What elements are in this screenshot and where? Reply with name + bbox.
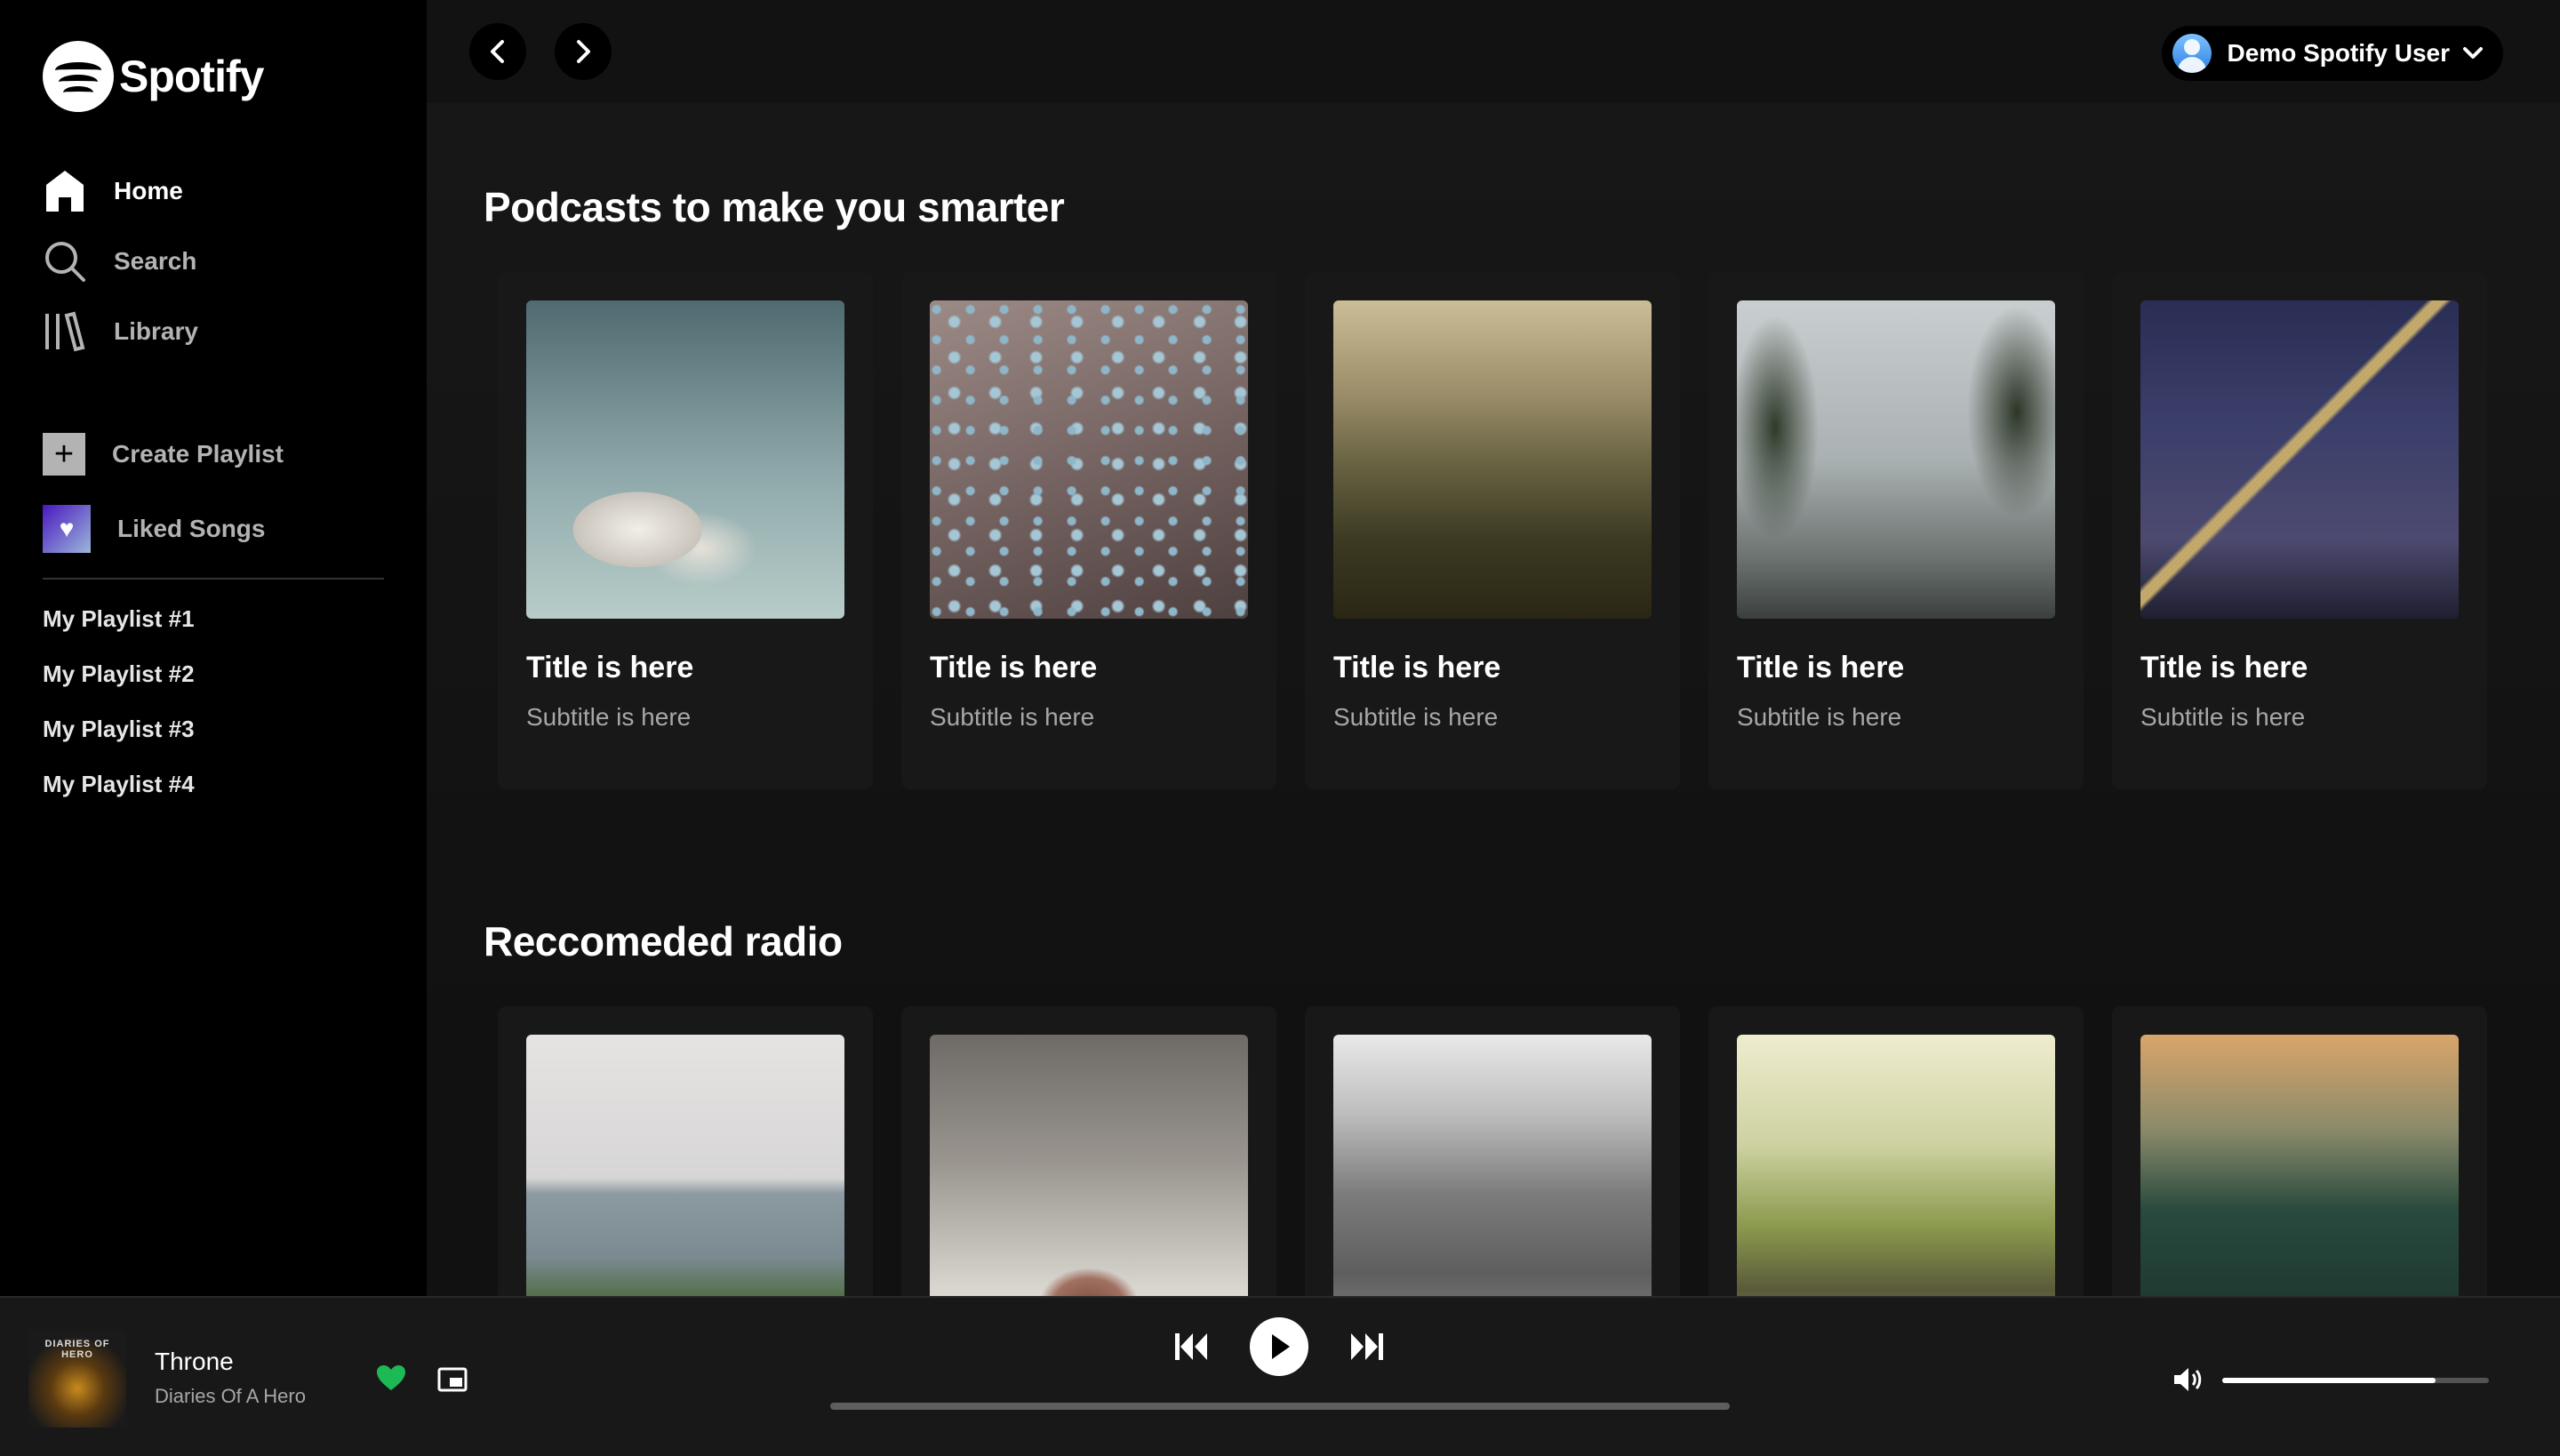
nav-item-search[interactable]: Search: [43, 236, 198, 287]
sidebar-divider: [43, 578, 384, 580]
radio-card[interactable]: [1708, 1006, 2084, 1296]
spotify-app: Spotify Home Search Library + Create Pla…: [0, 0, 2560, 1456]
card-subtitle: Subtitle is here: [1737, 703, 1902, 731]
sidebar: Spotify Home Search Library + Create Pla…: [0, 0, 427, 1296]
topbar: Demo Spotify User: [427, 0, 2560, 103]
heart-icon: ♥: [43, 505, 91, 553]
sidebar-actions: + Create Playlist ♥ Liked Songs: [43, 430, 284, 580]
volume-icon: [2174, 1368, 2202, 1391]
play-button[interactable]: [1250, 1317, 1308, 1376]
card-title: Title is here: [930, 651, 1098, 684]
user-menu-button[interactable]: Demo Spotify User: [2161, 26, 2503, 81]
volume-level: [2222, 1378, 2436, 1383]
user-name: Demo Spotify User: [2227, 39, 2451, 67]
search-icon: [43, 239, 87, 284]
main-nav: Home Search Library: [43, 165, 198, 376]
playlist-item[interactable]: My Playlist #4: [43, 766, 195, 821]
card-subtitle: Subtitle is here: [930, 703, 1095, 731]
card-subtitle: Subtitle is here: [1333, 703, 1499, 731]
podcast-card[interactable]: Title is here Subtitle is here: [1305, 272, 1680, 789]
main-content: Demo Spotify User Podcasts to make you s…: [427, 0, 2560, 1296]
card-title: Title is here: [1737, 651, 1905, 684]
card-image: [2140, 300, 2459, 619]
track-name[interactable]: Throne: [155, 1348, 234, 1376]
playlist-item[interactable]: My Playlist #2: [43, 656, 195, 711]
podcast-card[interactable]: Title is here Subtitle is here: [901, 272, 1276, 789]
card-image: [2140, 1035, 2459, 1296]
playlist-list: My Playlist #1 My Playlist #2 My Playlis…: [43, 601, 195, 821]
radio-card[interactable]: [1305, 1006, 1680, 1296]
card-image: [526, 1035, 844, 1296]
avatar: [2172, 34, 2212, 73]
like-button[interactable]: [375, 1364, 407, 1396]
podcast-cards: Title is here Subtitle is here Title is …: [498, 272, 2487, 789]
card-subtitle: Subtitle is here: [2140, 703, 2306, 731]
playlist-item[interactable]: My Playlist #1: [43, 601, 195, 656]
picture-in-picture-button[interactable]: [437, 1367, 468, 1396]
library-icon: [43, 309, 87, 354]
create-playlist-label: Create Playlist: [112, 440, 284, 468]
card-subtitle: Subtitle is here: [526, 703, 692, 731]
card-image: [1333, 300, 1652, 619]
play-icon: [1272, 1334, 1290, 1359]
card-image: [1333, 1035, 1652, 1296]
volume-button[interactable]: [2172, 1365, 2204, 1398]
create-playlist-button[interactable]: + Create Playlist: [43, 430, 284, 478]
skip-previous-icon: [1175, 1333, 1207, 1360]
skip-next-icon: [1351, 1333, 1383, 1360]
radio-cards: [498, 1006, 2487, 1296]
podcast-card[interactable]: Title is here Subtitle is here: [498, 272, 873, 789]
podcast-card[interactable]: Title is here Subtitle is here: [2112, 272, 2487, 789]
card-image: [526, 300, 844, 619]
nav-label-search: Search: [114, 247, 197, 275]
progress-bar[interactable]: [830, 1403, 1730, 1410]
logo-text: Spotify: [119, 52, 264, 101]
nav-item-home[interactable]: Home: [43, 165, 198, 217]
spotify-logo-icon: [43, 41, 114, 112]
plus-icon: +: [43, 433, 85, 476]
radio-card[interactable]: [901, 1006, 1276, 1296]
liked-songs-button[interactable]: ♥ Liked Songs: [43, 505, 284, 553]
previous-button[interactable]: [1173, 1332, 1209, 1362]
playlist-item[interactable]: My Playlist #3: [43, 711, 195, 766]
section-title-podcasts: Podcasts to make you smarter: [484, 184, 1065, 230]
player-bar: Throne Diaries Of A Hero: [0, 1296, 2560, 1456]
pip-icon: [437, 1367, 468, 1392]
radio-card[interactable]: [498, 1006, 873, 1296]
card-image: [1737, 1035, 2055, 1296]
nav-label-home: Home: [114, 177, 183, 204]
section-title-radio: Reccomeded radio: [484, 918, 843, 964]
heart-filled-icon: [377, 1365, 405, 1390]
card-image: [930, 1035, 1248, 1296]
forward-button[interactable]: [555, 23, 612, 80]
nav-label-library: Library: [114, 317, 198, 345]
chevron-left-icon: [491, 40, 504, 63]
liked-songs-label: Liked Songs: [117, 515, 266, 542]
home-icon: [43, 169, 87, 213]
spotify-logo[interactable]: Spotify: [43, 41, 264, 112]
card-title: Title is here: [1333, 651, 1501, 684]
podcast-card[interactable]: Title is here Subtitle is here: [1708, 272, 2084, 789]
card-image: [1737, 300, 2055, 619]
card-title: Title is here: [2140, 651, 2308, 684]
chevron-right-icon: [577, 40, 590, 63]
chevron-down-icon: [2463, 47, 2483, 59]
track-artist[interactable]: Diaries Of A Hero: [155, 1385, 306, 1408]
playback-controls: [1173, 1317, 1385, 1376]
volume-slider[interactable]: [2222, 1378, 2489, 1383]
back-button[interactable]: [469, 23, 526, 80]
card-title: Title is here: [526, 651, 694, 684]
nav-item-library[interactable]: Library: [43, 306, 198, 357]
radio-card[interactable]: [2112, 1006, 2487, 1296]
card-image: [930, 300, 1248, 619]
next-button[interactable]: [1349, 1332, 1385, 1362]
album-art[interactable]: [28, 1330, 126, 1428]
